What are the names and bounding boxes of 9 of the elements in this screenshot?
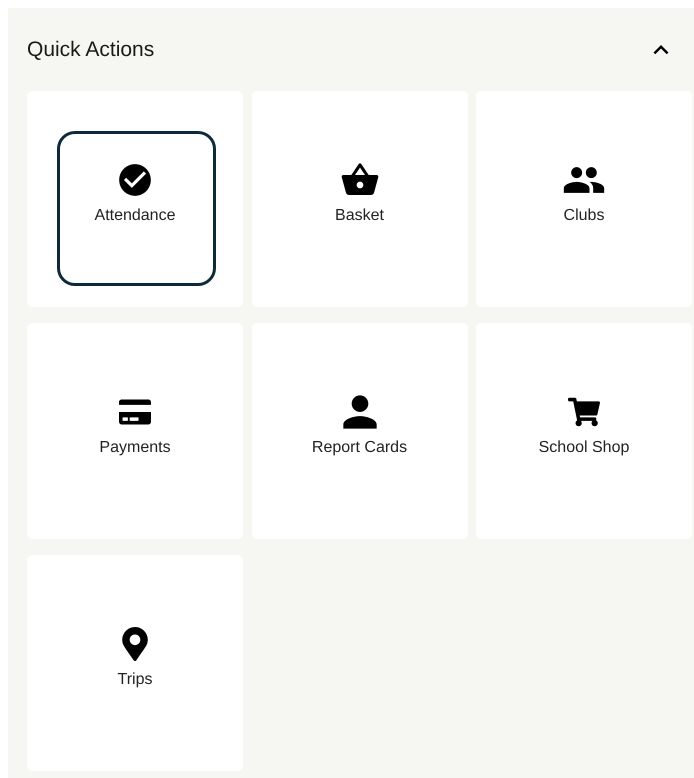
action-tile[interactable]: Trips (27, 555, 243, 771)
action-tile[interactable]: Payments (27, 323, 243, 539)
action-tile[interactable]: School Shop (476, 323, 692, 539)
action-tile[interactable]: Attendance (27, 91, 243, 307)
action-tile[interactable]: Clubs (476, 91, 692, 307)
action-tile[interactable]: Report Cards (252, 323, 468, 539)
section-title: Quick Actions (27, 38, 154, 62)
cart-icon (568, 396, 600, 428)
action-tile[interactable]: Basket (252, 91, 468, 307)
